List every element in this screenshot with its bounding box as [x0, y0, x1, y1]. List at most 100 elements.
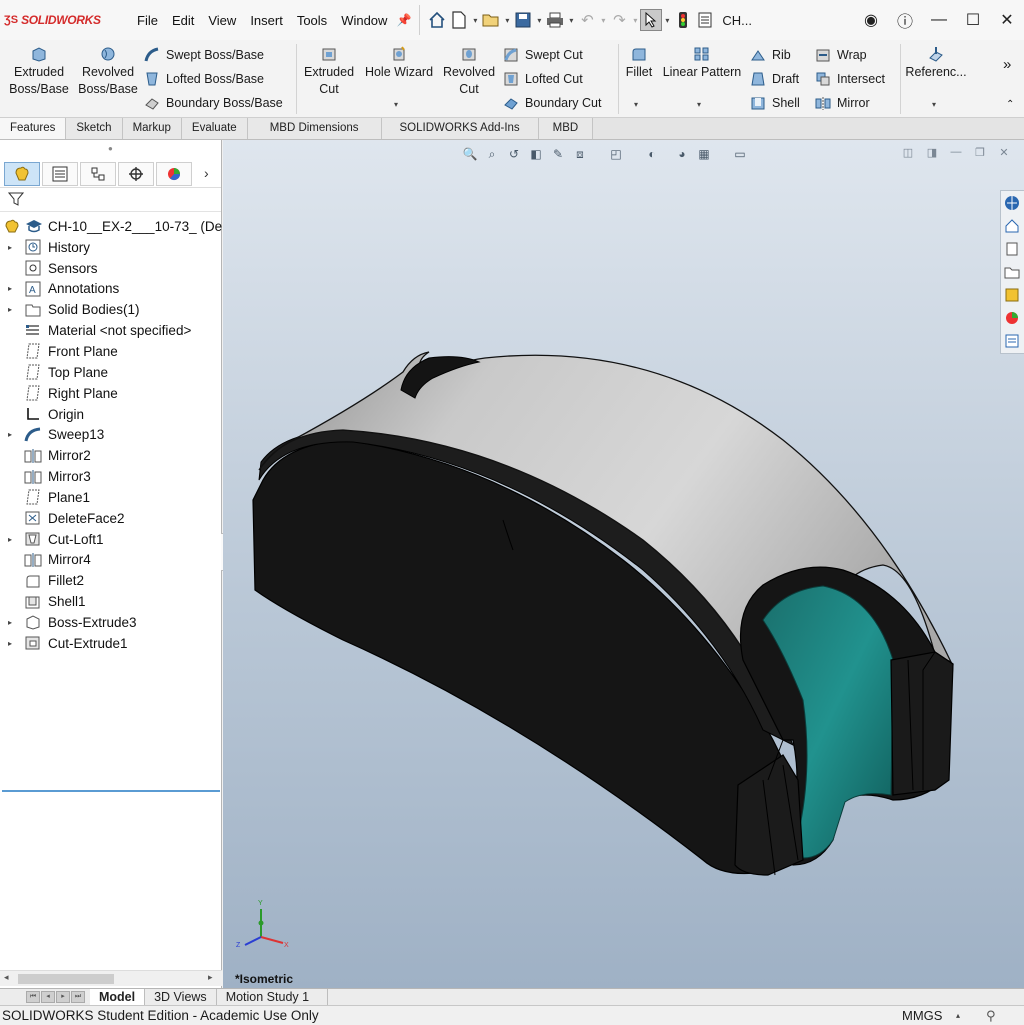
- tree-item-deleteface2[interactable]: DeleteFace2: [0, 508, 222, 529]
- tree-filter-bar[interactable]: [0, 188, 221, 212]
- tree-item-annotations[interactable]: ▸ A Annotations: [0, 279, 222, 300]
- tree-item-shell1[interactable]: Shell1: [0, 591, 222, 612]
- shell-button[interactable]: Shell: [750, 93, 800, 113]
- tree-item-fillet2[interactable]: Fillet2: [0, 570, 222, 591]
- boundary-boss-button[interactable]: Boundary Boss/Base: [144, 93, 283, 113]
- open-dropdown-icon[interactable]: ▾: [502, 16, 512, 25]
- extruded-boss-button[interactable]: Extruded Boss/Base: [8, 46, 70, 98]
- menu-file[interactable]: File: [130, 13, 165, 28]
- tree-item-mirror3[interactable]: Mirror3: [0, 466, 222, 487]
- mirror-button[interactable]: Mirror: [815, 93, 870, 113]
- tab-sketch[interactable]: Sketch: [66, 118, 123, 139]
- expand-arrow-icon[interactable]: ▸: [8, 305, 12, 314]
- tree-item-front-plane[interactable]: Front Plane: [0, 341, 222, 362]
- tree-item-plane1[interactable]: Plane1: [0, 487, 222, 508]
- prev-tab-icon[interactable]: ◂: [41, 991, 55, 1003]
- dimxpert-tab-icon[interactable]: [118, 162, 154, 186]
- first-tab-icon[interactable]: ⏮: [26, 991, 40, 1003]
- tab-mbd[interactable]: MBD: [538, 118, 594, 139]
- linear-pattern-dropdown-icon[interactable]: ▾: [697, 100, 701, 109]
- configuration-manager-tab-icon[interactable]: [80, 162, 116, 186]
- select-pointer-icon[interactable]: [640, 9, 663, 31]
- reference-geometry-button[interactable]: Referenc...: [902, 46, 970, 81]
- open-icon[interactable]: [480, 9, 502, 31]
- menu-insert[interactable]: Insert: [243, 13, 290, 28]
- tab-3d-views[interactable]: 3D Views: [145, 988, 217, 1006]
- tree-item-mirror4[interactable]: Mirror4: [0, 550, 222, 571]
- tree-item-cut-extrude1[interactable]: ▸ Cut-Extrude1: [0, 633, 222, 654]
- expand-arrow-icon[interactable]: ▸: [8, 639, 12, 648]
- redo-icon[interactable]: ↷: [608, 9, 630, 31]
- panel-grip-icon[interactable]: ●: [108, 144, 113, 153]
- boundary-cut-button[interactable]: Boundary Cut: [503, 93, 601, 113]
- expand-arrow-icon[interactable]: ▸: [8, 284, 12, 293]
- units-dropdown-icon[interactable]: ▴: [956, 1011, 960, 1020]
- collapse-ribbon-icon[interactable]: ⌃: [1006, 96, 1014, 113]
- menu-tools[interactable]: Tools: [290, 13, 334, 28]
- solidworks-logo[interactable]: ƷS SOLIDWORKS: [0, 13, 130, 27]
- scroll-right-icon[interactable]: ▸: [208, 972, 213, 983]
- next-tab-icon[interactable]: ▸: [56, 991, 70, 1003]
- save-dropdown-icon[interactable]: ▾: [534, 16, 544, 25]
- property-manager-tab-icon[interactable]: [42, 162, 78, 186]
- unit-system[interactable]: MMGS: [902, 1008, 942, 1023]
- tree-item-mirror2[interactable]: Mirror2: [0, 445, 222, 466]
- tree-item-sweep13[interactable]: ▸ Sweep13: [0, 424, 222, 445]
- filter-icon[interactable]: [7, 191, 25, 210]
- user-account-icon[interactable]: ◉: [854, 10, 888, 30]
- draft-button[interactable]: Draft: [750, 69, 799, 89]
- tab-solidworks-add-ins[interactable]: SOLIDWORKS Add-Ins: [381, 118, 539, 139]
- undo-dropdown-icon[interactable]: ▾: [598, 16, 608, 25]
- scroll-left-icon[interactable]: ◂: [4, 972, 9, 983]
- menu-window[interactable]: Window: [334, 13, 394, 28]
- tree-item-origin[interactable]: Origin: [0, 404, 222, 425]
- more-commands-icon[interactable]: »: [1003, 56, 1011, 73]
- tab-motion-study-1[interactable]: Motion Study 1: [217, 988, 329, 1006]
- intersect-button[interactable]: Intersect: [815, 69, 885, 89]
- save-icon[interactable]: [512, 9, 534, 31]
- new-dropdown-icon[interactable]: ▾: [470, 16, 480, 25]
- swept-cut-button[interactable]: Swept Cut: [503, 45, 583, 65]
- tree-item-solid-bodies-1[interactable]: ▸ Solid Bodies(1): [0, 299, 222, 320]
- home-icon[interactable]: [426, 9, 448, 31]
- feature-tree-tab-icon[interactable]: [4, 162, 40, 186]
- tab-features[interactable]: Features: [0, 118, 67, 139]
- minimize-icon[interactable]: —: [922, 11, 956, 29]
- tree-item-material-not-specified[interactable]: Material <not specified>: [0, 320, 222, 341]
- expand-arrow-icon[interactable]: ▸: [8, 535, 12, 544]
- expand-arrow-icon[interactable]: ▸: [8, 430, 12, 439]
- tree-item-history[interactable]: ▸ History: [0, 237, 222, 258]
- file-properties-icon[interactable]: [694, 9, 716, 31]
- menu-view[interactable]: View: [201, 13, 243, 28]
- tree-item-boss-extrude3[interactable]: ▸ Boss-Extrude3: [0, 612, 222, 633]
- tree-root-part[interactable]: CH-10__EX-2___10-73_ (De: [0, 216, 222, 237]
- revolved-cut-button[interactable]: Revolved Cut: [440, 46, 498, 98]
- 3d-model[interactable]: [223, 140, 1024, 988]
- fillet-button[interactable]: Fillet: [622, 46, 656, 81]
- lofted-boss-button[interactable]: Lofted Boss/Base: [144, 69, 264, 89]
- status-help-icon[interactable]: ⚲: [986, 1008, 996, 1024]
- graphics-area[interactable]: 🔍 ⌕ ↺ ◧ ✎ ⧈ ◰ ◐ ◕ ▦ ▭ ◫ ◨ — ❐ ✕ Y X Z *I…: [223, 140, 1024, 988]
- maximize-icon[interactable]: ☐: [956, 10, 990, 30]
- lofted-cut-button[interactable]: Lofted Cut: [503, 69, 583, 89]
- tab-mbd-dimensions[interactable]: MBD Dimensions: [247, 118, 382, 139]
- expand-arrow-icon[interactable]: ▸: [8, 243, 12, 252]
- extruded-cut-button[interactable]: Extruded Cut: [300, 46, 358, 98]
- help-icon[interactable]: ⓘ: [888, 8, 922, 32]
- new-document-icon[interactable]: [448, 9, 470, 31]
- tree-item-top-plane[interactable]: Top Plane: [0, 362, 222, 383]
- expand-arrow-icon[interactable]: ▸: [8, 618, 12, 627]
- close-icon[interactable]: ✕: [990, 10, 1024, 30]
- linear-pattern-button[interactable]: Linear Pattern: [660, 46, 744, 81]
- last-tab-icon[interactable]: ⏭: [71, 991, 85, 1003]
- hole-wizard-button[interactable]: Hole Wizard: [362, 46, 436, 81]
- reference-dropdown-icon[interactable]: ▾: [932, 100, 936, 109]
- print-dropdown-icon[interactable]: ▾: [566, 16, 576, 25]
- rebuild-traffic-light-icon[interactable]: [672, 9, 694, 31]
- scrollbar-thumb[interactable]: [18, 974, 114, 984]
- tab-model[interactable]: Model: [90, 988, 146, 1006]
- swept-boss-button[interactable]: Swept Boss/Base: [144, 45, 264, 65]
- print-icon[interactable]: [544, 9, 566, 31]
- tab-markup[interactable]: Markup: [122, 118, 182, 139]
- hole-wizard-dropdown-icon[interactable]: ▾: [394, 100, 398, 109]
